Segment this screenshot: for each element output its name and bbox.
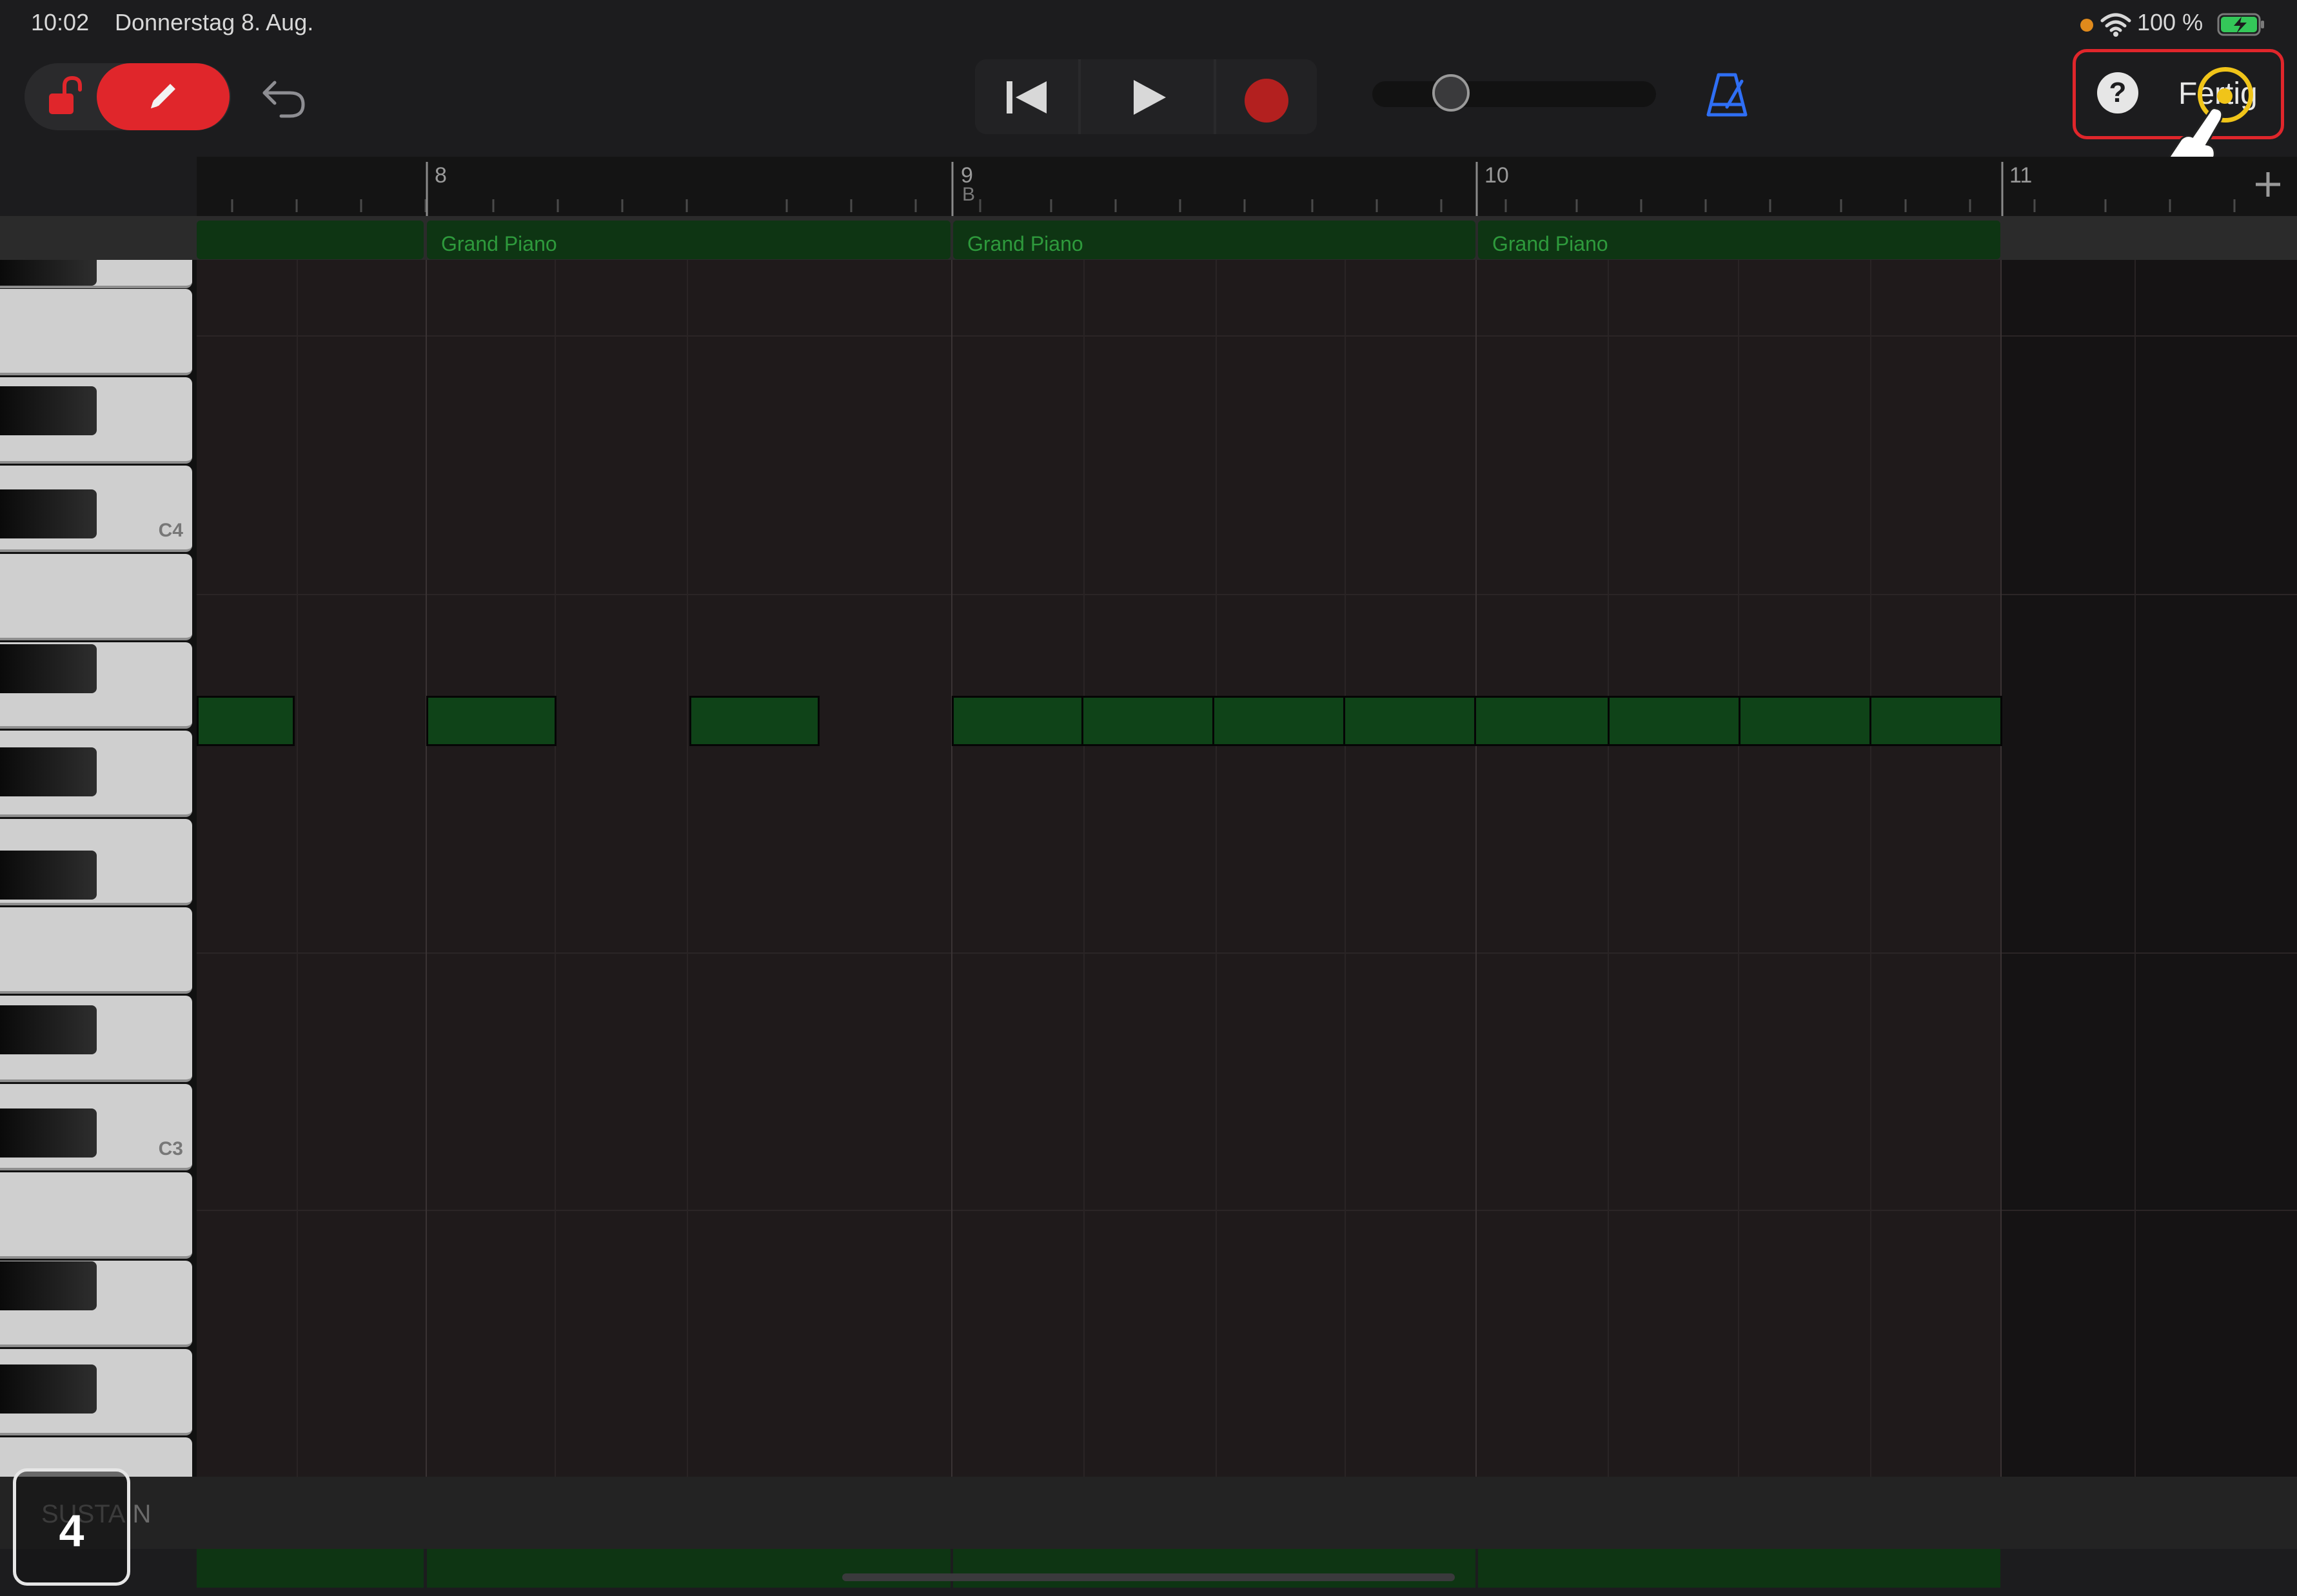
region-clip[interactable]: Grand Piano xyxy=(427,221,951,259)
midi-note[interactable] xyxy=(1474,696,1610,746)
status-bar: 10:02 Donnerstag 8. Aug. 100 % xyxy=(0,0,2297,52)
grid-outside-region xyxy=(2001,260,2297,1477)
bottom-region[interactable] xyxy=(953,1549,1475,1588)
black-key[interactable] xyxy=(0,260,97,286)
ruler-corner xyxy=(0,157,197,216)
midi-note[interactable] xyxy=(1739,696,1871,746)
piano-keyboard[interactable]: C4 C3 xyxy=(0,260,197,1477)
pencil-icon xyxy=(151,84,175,108)
rewind-icon xyxy=(1007,81,1047,113)
black-key[interactable] xyxy=(0,1261,97,1310)
black-key[interactable] xyxy=(0,1364,97,1414)
ruler-bar-8: 8 xyxy=(435,163,447,188)
step-badge: 4 xyxy=(13,1468,130,1586)
white-key[interactable] xyxy=(0,554,192,640)
camera-indicator-icon xyxy=(2080,19,2093,32)
midi-note[interactable] xyxy=(1608,696,1740,746)
region-label: Grand Piano xyxy=(441,232,557,255)
midi-note[interactable] xyxy=(952,696,1083,746)
add-icon[interactable] xyxy=(2253,170,2283,199)
status-time: 10:02 xyxy=(31,9,90,35)
playhead-slider-thumb[interactable] xyxy=(1432,74,1470,112)
playhead-slider-track[interactable] xyxy=(1372,81,1656,107)
black-key[interactable] xyxy=(0,644,97,693)
tap-indicator-dot xyxy=(2217,88,2233,104)
black-key[interactable] xyxy=(0,386,97,435)
black-key[interactable] xyxy=(0,851,97,900)
step-number: 4 xyxy=(59,1506,84,1556)
key-label-c3: C3 xyxy=(158,1138,183,1159)
ruler-bar-10: 10 xyxy=(1484,163,1509,188)
rewind-button[interactable] xyxy=(975,59,1078,134)
midi-note[interactable] xyxy=(1081,696,1214,746)
status-date: Donnerstag 8. Aug. xyxy=(115,9,314,35)
bottom-region[interactable] xyxy=(427,1549,951,1588)
region-clip[interactable] xyxy=(197,221,424,259)
midi-note[interactable] xyxy=(689,696,820,746)
record-icon xyxy=(1245,79,1288,123)
metronome-icon[interactable] xyxy=(1704,71,1750,119)
home-indicator[interactable] xyxy=(842,1573,1455,1581)
midi-note[interactable] xyxy=(426,696,557,746)
lock-open-icon[interactable] xyxy=(45,74,84,119)
black-key[interactable] xyxy=(0,1108,97,1158)
battery-percentage: 100 % xyxy=(2137,9,2203,35)
midi-note[interactable] xyxy=(1212,696,1345,746)
ruler-marker: B xyxy=(962,184,976,205)
ruler-ticks xyxy=(231,162,2236,216)
play-button[interactable] xyxy=(1081,59,1214,134)
note-grid[interactable] xyxy=(197,260,2297,1477)
sustain-lane[interactable]: SUSTAIN xyxy=(0,1477,2297,1549)
white-key[interactable] xyxy=(0,907,192,994)
region-label: Grand Piano xyxy=(967,232,1083,255)
ruler-bar-11: 11 xyxy=(2009,163,2033,188)
region-clip[interactable]: Grand Piano xyxy=(953,221,1475,259)
white-key[interactable] xyxy=(0,289,192,375)
midi-note[interactable] xyxy=(1343,696,1476,746)
white-key[interactable] xyxy=(0,1172,192,1259)
help-button[interactable]: ? xyxy=(2097,72,2138,113)
help-icon: ? xyxy=(2109,77,2127,108)
region-clip[interactable]: Grand Piano xyxy=(1478,221,2000,259)
bottom-region[interactable] xyxy=(197,1549,424,1588)
battery-charging-icon xyxy=(2217,13,2264,36)
play-icon xyxy=(1134,80,1166,115)
toolbar: ? Fertig xyxy=(0,49,2297,179)
midi-note[interactable] xyxy=(197,696,295,746)
pencil-button[interactable] xyxy=(97,63,230,130)
black-key[interactable] xyxy=(0,489,97,538)
midi-note[interactable] xyxy=(1869,696,2002,746)
bottom-region[interactable] xyxy=(1478,1549,2000,1588)
region-label: Grand Piano xyxy=(1492,232,1608,255)
black-key[interactable] xyxy=(0,747,97,796)
bottom-region-strip xyxy=(0,1549,2297,1596)
record-button[interactable] xyxy=(1216,59,1317,134)
wifi-icon xyxy=(2100,13,2131,37)
black-key[interactable] xyxy=(0,1005,97,1054)
key-label-c4: C4 xyxy=(158,520,183,541)
undo-icon[interactable] xyxy=(259,76,308,121)
timeline-ruler[interactable]: 8 9 B 10 11 xyxy=(0,157,2297,216)
